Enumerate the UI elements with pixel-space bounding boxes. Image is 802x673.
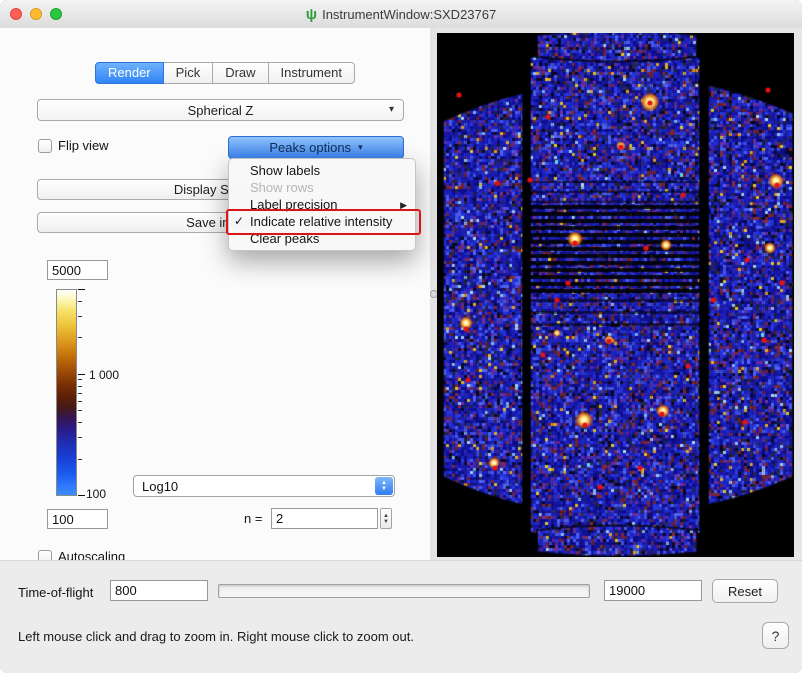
menu-item-label: Show labels: [250, 163, 320, 178]
reset-button[interactable]: Reset: [712, 579, 778, 603]
render-controls-panel: Render Pick Draw Instrument Spherical Z …: [0, 28, 430, 560]
status-text: Left mouse click and drag to zoom in. Ri…: [18, 629, 414, 644]
title-wrap: ψ InstrumentWindow:SXD23767: [0, 0, 802, 28]
flip-view-checkbox[interactable]: [38, 139, 52, 153]
chevron-down-icon: ▾: [358, 142, 363, 153]
footer: Time-of-flight Reset Left mouse click an…: [0, 560, 802, 673]
checkmark-icon: ✓: [234, 213, 244, 230]
time-of-flight-label: Time-of-flight: [18, 585, 93, 600]
menu-item-show-labels[interactable]: Show labels: [229, 162, 415, 179]
reset-label: Reset: [728, 584, 762, 599]
mantid-app-icon: ψ: [306, 7, 317, 22]
tab-pick[interactable]: Pick: [164, 62, 214, 84]
tab-instrument[interactable]: Instrument: [269, 62, 355, 84]
menu-item-show-rows: Show rows: [229, 179, 415, 196]
scale-type-value: Log10: [142, 479, 178, 494]
combo-stepper-icon[interactable]: ▲ ▼: [375, 477, 393, 495]
colorbar-max-input[interactable]: [47, 260, 108, 280]
projection-select[interactable]: Spherical Z ▾: [37, 99, 404, 121]
instrument-window: ψ InstrumentWindow:SXD23767 Render Pick …: [0, 0, 802, 673]
menu-item-indicate-relative-intensity[interactable]: ✓ Indicate relative intensity: [229, 213, 415, 230]
flip-view-row: Flip view: [38, 138, 109, 153]
peaks-options-label: Peaks options: [269, 140, 351, 155]
titlebar: ψ InstrumentWindow:SXD23767: [0, 0, 802, 29]
menu-item-clear-peaks[interactable]: Clear peaks: [229, 230, 415, 247]
help-label: ?: [772, 628, 780, 644]
instrument-canvas[interactable]: [437, 33, 794, 557]
n-input[interactable]: [271, 508, 378, 529]
submenu-arrow-icon: ▶: [400, 197, 407, 214]
tof-slider[interactable]: [218, 584, 590, 598]
tof-min-input[interactable]: [110, 580, 208, 601]
instrument-render-area: [437, 28, 802, 560]
tab-render[interactable]: Render: [95, 62, 164, 84]
tof-max-input[interactable]: [604, 580, 702, 601]
n-spinner[interactable]: ▲ ▼: [380, 508, 392, 529]
spinner-down-icon: ▼: [383, 519, 389, 525]
splitter[interactable]: [430, 28, 437, 560]
menu-item-label: Label precision: [250, 197, 337, 212]
projection-select-value: Spherical Z: [188, 103, 254, 118]
colorbar-min-tick-label: 100: [86, 487, 106, 501]
tab-draw[interactable]: Draw: [213, 62, 268, 84]
help-button[interactable]: ?: [762, 622, 789, 649]
window-title: InstrumentWindow:SXD23767: [322, 7, 496, 22]
colorbar-min-input[interactable]: [47, 509, 108, 529]
menu-item-label: Show rows: [250, 180, 314, 195]
chevron-down-icon: ▾: [389, 104, 394, 115]
scale-type-select[interactable]: Log10 ▲ ▼: [133, 475, 395, 497]
colorbar-tick-label: 1 000: [89, 368, 119, 382]
peaks-options-button[interactable]: Peaks options ▾: [228, 136, 404, 159]
colorbar-ticks: [77, 289, 87, 496]
tab-bar: Render Pick Draw Instrument: [95, 62, 355, 84]
peaks-options-menu: Show labels Show rows Label precision ▶ …: [228, 158, 416, 251]
menu-item-label-precision[interactable]: Label precision ▶: [229, 196, 415, 213]
n-label: n =: [244, 511, 262, 526]
menu-item-label: Clear peaks: [250, 231, 319, 246]
stepper-down-icon: ▼: [381, 486, 387, 492]
colorbar-gradient: [56, 289, 77, 496]
menu-item-label: Indicate relative intensity: [250, 214, 392, 229]
flip-view-label: Flip view: [58, 138, 109, 153]
